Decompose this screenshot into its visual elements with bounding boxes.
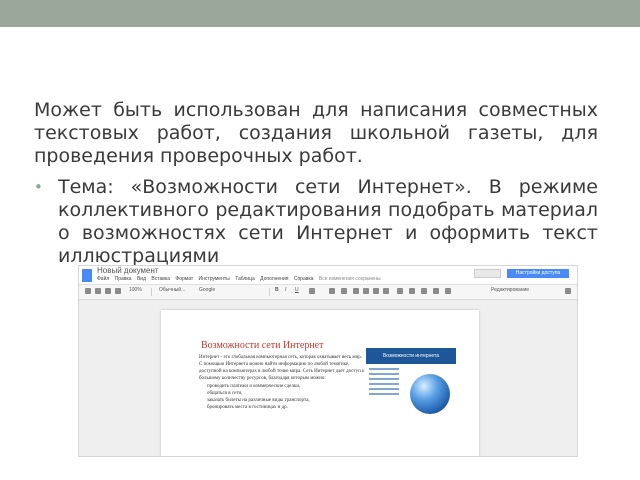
numbered-list-icon[interactable] bbox=[409, 288, 415, 294]
image-banner: Возможности интернета bbox=[366, 348, 456, 364]
docs-header: Новый документ Файл Правка Вид Вставка Ф… bbox=[79, 266, 577, 284]
bullet-item: • Тема: «Возможности сети Интернет». В р… bbox=[34, 176, 598, 268]
comment-icon[interactable] bbox=[341, 288, 347, 294]
link-icon[interactable] bbox=[329, 288, 335, 294]
menu-tools[interactable]: Инструменты bbox=[199, 276, 230, 282]
document-paragraph: Интернет - это глобальная компьютерная с… bbox=[199, 355, 365, 381]
print-icon[interactable] bbox=[85, 288, 91, 294]
zoom-select[interactable]: 100% bbox=[129, 287, 142, 293]
docs-logo-icon bbox=[82, 269, 92, 282]
increase-indent-icon[interactable] bbox=[445, 288, 451, 294]
bullet-text: Тема: «Возможности сети Интернет». В реж… bbox=[58, 176, 598, 267]
docs-toolbar: 100% Обычный... Google B I U Редактирова… bbox=[79, 284, 577, 300]
align-center-icon[interactable] bbox=[363, 288, 369, 294]
menu-help[interactable]: Справка bbox=[294, 276, 314, 282]
bold-button[interactable]: B bbox=[275, 287, 279, 293]
docs-title: Новый документ bbox=[97, 266, 159, 275]
mode-select[interactable]: Редактирование bbox=[491, 287, 529, 293]
undo-icon[interactable] bbox=[95, 288, 101, 294]
menu-insert[interactable]: Вставка bbox=[151, 276, 170, 282]
text-color-icon[interactable] bbox=[309, 288, 315, 294]
line-spacing-icon[interactable] bbox=[397, 288, 403, 294]
menu-addons[interactable]: Дополнения bbox=[260, 276, 288, 282]
menu-edit[interactable]: Правка bbox=[115, 276, 132, 282]
user-badge[interactable] bbox=[474, 269, 501, 278]
document-body: Интернет - это глобальная компьютерная с… bbox=[199, 354, 365, 450]
google-docs-screenshot: Новый документ Файл Правка Вид Вставка Ф… bbox=[78, 265, 578, 457]
style-select[interactable]: Обычный... bbox=[159, 287, 185, 293]
toolbar-divider bbox=[269, 288, 270, 296]
share-button[interactable]: Настройки доступа bbox=[507, 269, 569, 278]
menu-table[interactable]: Таблица bbox=[235, 276, 255, 282]
top-bar bbox=[0, 0, 640, 27]
document-list: проводить платежи и коммерческие сделки,… bbox=[199, 383, 365, 411]
list-item: заказать билеты на различные виды трансп… bbox=[207, 397, 365, 404]
italic-button[interactable]: I bbox=[285, 287, 286, 293]
image-decoration bbox=[369, 368, 399, 398]
document-image[interactable]: Возможности интернета bbox=[366, 348, 456, 428]
decrease-indent-icon[interactable] bbox=[433, 288, 439, 294]
list-item: проводить платежи и коммерческие сделки, bbox=[207, 383, 365, 390]
list-item: бронировать места в гостиницах и др. bbox=[207, 404, 365, 411]
document-page[interactable]: Возможности сети Интернет Интернет - это… bbox=[161, 310, 479, 456]
bulleted-list-icon[interactable] bbox=[421, 288, 427, 294]
underline-button[interactable]: U bbox=[295, 287, 299, 293]
save-status: Все изменения сохранены bbox=[318, 276, 381, 282]
toolbar-divider bbox=[151, 288, 152, 296]
collapse-icon[interactable] bbox=[565, 288, 571, 294]
redo-icon[interactable] bbox=[105, 288, 111, 294]
menu-file[interactable]: Файл bbox=[97, 276, 109, 282]
slide-text: Может быть использован для написания сов… bbox=[34, 99, 598, 268]
intro-paragraph: Может быть использован для написания сов… bbox=[34, 99, 598, 167]
list-item: общаться в сети, bbox=[207, 390, 365, 397]
globe-icon bbox=[410, 374, 450, 414]
docs-menu: Файл Правка Вид Вставка Формат Инструмен… bbox=[97, 276, 385, 282]
bullet-icon: • bbox=[34, 178, 43, 196]
document-heading: Возможности сети Интернет bbox=[201, 340, 324, 351]
paint-format-icon[interactable] bbox=[115, 288, 121, 294]
font-select[interactable]: Google bbox=[199, 287, 215, 293]
menu-format[interactable]: Формат bbox=[175, 276, 193, 282]
menu-view[interactable]: Вид bbox=[137, 276, 146, 282]
align-right-icon[interactable] bbox=[373, 288, 379, 294]
align-left-icon[interactable] bbox=[353, 288, 359, 294]
align-justify-icon[interactable] bbox=[383, 288, 389, 294]
